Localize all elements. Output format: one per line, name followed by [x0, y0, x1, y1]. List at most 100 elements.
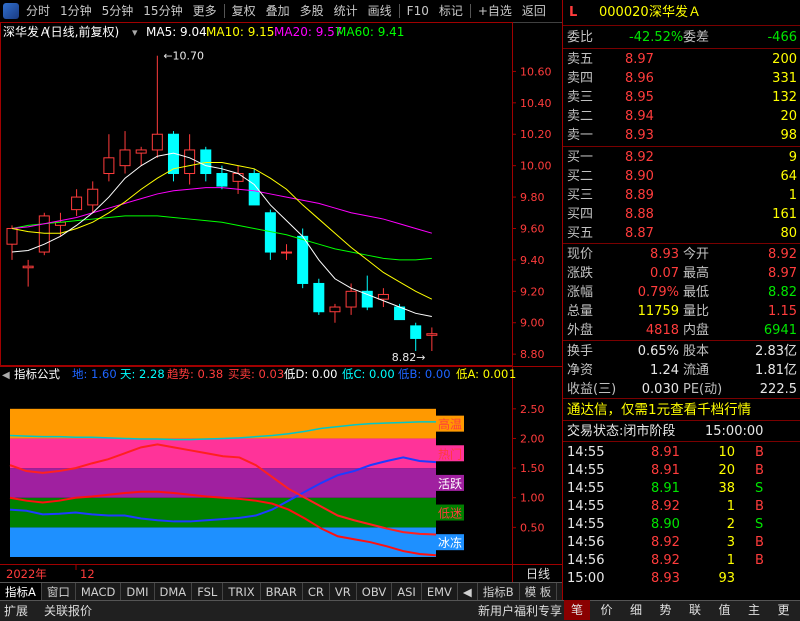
- bid-row: 买四 8.88 161: [563, 205, 800, 224]
- tick-volume: 93: [718, 571, 735, 586]
- panel-divider: [563, 25, 800, 26]
- related-quote-button[interactable]: 关联报价: [44, 601, 92, 621]
- indicator-header-qushi: 趋势: 0.38: [167, 367, 223, 381]
- tick-time: 14:56: [567, 553, 605, 568]
- fin-value: 1.81亿: [755, 363, 797, 378]
- toolbar-button-5[interactable]: 复权: [227, 0, 261, 22]
- tick-time: 14:55: [567, 445, 605, 460]
- bid-level-label: 买四: [567, 207, 594, 222]
- indicator-tab-6[interactable]: TRIX: [223, 583, 261, 601]
- tick-side: B: [755, 463, 764, 478]
- toolbar-button-1[interactable]: 1分钟: [55, 0, 97, 22]
- price-axis-label: 9.40: [520, 254, 545, 267]
- stat-label: 最高: [683, 266, 710, 281]
- tick-price: 8.91: [651, 463, 680, 478]
- indicator-tab-15[interactable]: 模 板: [520, 583, 558, 601]
- bid-row: 买一 8.92 9: [563, 148, 800, 167]
- tick-price: 8.90: [651, 517, 680, 532]
- chart-header-mode: (日线,前复权): [46, 24, 119, 39]
- fin-row: 换手 0.65% 股本 2.83亿: [563, 342, 800, 361]
- panel-tab-3[interactable]: 势: [653, 600, 679, 620]
- indicator-tab-9[interactable]: VR: [330, 583, 357, 601]
- toolbar-button-2[interactable]: 5分钟: [97, 0, 139, 22]
- indicator-tab-5[interactable]: FSL: [192, 583, 224, 601]
- indicator-tab-2[interactable]: MACD: [76, 583, 122, 601]
- indicator-tab-3[interactable]: DMI: [121, 583, 155, 601]
- extend-button[interactable]: 扩展: [4, 601, 28, 621]
- indicator-tab-11[interactable]: ASI: [392, 583, 422, 601]
- fin-label: 股本: [683, 344, 710, 359]
- toolbar-button-12[interactable]: +自选: [473, 0, 517, 22]
- period-label[interactable]: 日线: [526, 567, 550, 581]
- tick-volume: 10: [718, 445, 735, 460]
- panel-tab-1[interactable]: 价: [594, 600, 620, 620]
- weibi-label: 委比: [567, 30, 594, 45]
- candle-body: [184, 149, 196, 175]
- stat-value: 8.93: [650, 247, 679, 262]
- fin-value: 0.030: [641, 382, 679, 397]
- panel-tab-6[interactable]: 主: [741, 600, 767, 620]
- indicator-tab-4[interactable]: DMA: [155, 583, 193, 601]
- tick-row: 14:55 8.92 1 B: [563, 497, 800, 516]
- promo-banner[interactable]: 通达信，仅需1元查看千档行情: [567, 401, 751, 420]
- chart-header-ma60: MA60: 9.41: [336, 25, 404, 39]
- ask-price: 8.96: [625, 71, 654, 86]
- fin-label: PE(动): [683, 382, 723, 397]
- bid-row: 买二 8.90 64: [563, 167, 800, 186]
- price-axis-label: 9.20: [520, 285, 545, 298]
- toolbar-button-13[interactable]: 返回: [517, 0, 551, 22]
- toolbar-button-0[interactable]: 分时: [21, 0, 55, 22]
- indicator-menu-icon[interactable]: ◀: [2, 370, 10, 381]
- toolbar-button-4[interactable]: 更多: [188, 0, 222, 22]
- candle-body: [200, 149, 212, 175]
- indicator-tab-1[interactable]: 窗口: [42, 583, 76, 601]
- ask-volume: 20: [780, 109, 797, 124]
- toolbar-button-9[interactable]: 画线: [363, 0, 397, 22]
- bid-price: 8.88: [625, 207, 654, 222]
- toolbar-button-10[interactable]: F10: [402, 0, 434, 22]
- stat-label: 涨跌: [567, 266, 594, 281]
- toolbar-button-8[interactable]: 统计: [329, 0, 363, 22]
- tick-volume: 1: [726, 553, 735, 568]
- panel-tab-0[interactable]: 笔: [564, 600, 590, 620]
- toolbar-button-6[interactable]: 叠加: [261, 0, 295, 22]
- panel-tab-2[interactable]: 细: [623, 600, 649, 620]
- indicator-tab-13[interactable]: ◀: [458, 583, 478, 601]
- panel-divider: [563, 441, 800, 442]
- indicator-tab-14[interactable]: 指标B: [478, 583, 520, 601]
- chart-header-stock: 深华发Ａ: [3, 24, 51, 39]
- toolbar-button-7[interactable]: 多股: [295, 0, 329, 22]
- quote-panel: L 000020 深华发Ａ 委比 -42.52% 委差 -466 卖五 8.97 200 卖四 8.9…: [562, 0, 800, 600]
- indicator-tab-bar: 指标A 窗口 MACD DMI DMA FSL TRIX BRAR CR VR OBV ASI EMV ◀…: [0, 582, 592, 601]
- panel-tab-4[interactable]: 联: [682, 600, 708, 620]
- chevron-down-icon[interactable]: ▾: [132, 26, 138, 39]
- candle-body: [216, 173, 228, 187]
- panel-tab-5[interactable]: 值: [712, 600, 738, 620]
- indicator-tab-7[interactable]: BRAR: [261, 583, 303, 601]
- stat-label: 最低: [683, 285, 710, 300]
- kline-chart-svg[interactable]: 深华发Ａ(日线,前复权) MA5: 9.04 MA10: 9.15 MA20: 9.5…: [0, 22, 562, 582]
- quote-title-row: L 000020 深华发Ａ: [563, 3, 800, 22]
- new-user-promo-link[interactable]: 新用户福利专享: [478, 601, 562, 621]
- tick-row: 14:55 8.90 2 S: [563, 515, 800, 534]
- ask-row: 卖三 8.95 132: [563, 88, 800, 107]
- tick-side: S: [755, 517, 764, 532]
- bid-price: 8.90: [625, 169, 654, 184]
- toolbar-button-3[interactable]: 15分钟: [138, 0, 187, 22]
- chart-area[interactable]: 深华发Ａ (日线,前复权) MA5: 9.04 MA10: 9.15 MA20: 9.5…: [0, 22, 562, 582]
- trade-state-time: 15:00:00: [705, 424, 764, 439]
- indicator-axis-label: 2.50: [520, 403, 545, 416]
- candle-body: [297, 235, 309, 284]
- indicator-tab-12[interactable]: EMV: [422, 583, 458, 601]
- indicator-tab-8[interactable]: CR: [303, 583, 330, 601]
- indicator-axis-label: 2.00: [520, 432, 545, 445]
- indicator-header-maimai: 买卖: 0.03: [228, 367, 284, 381]
- candle-body: [329, 306, 341, 313]
- band-label: 高温: [438, 417, 462, 432]
- indicator-tab-10[interactable]: OBV: [357, 583, 393, 601]
- panel-divider: [563, 398, 800, 399]
- toolbar-button-11[interactable]: 标记: [434, 0, 468, 22]
- panel-tab-7[interactable]: 更: [771, 600, 797, 620]
- bid-volume: 161: [772, 207, 797, 222]
- indicator-tab-0[interactable]: 指标A: [0, 583, 42, 601]
